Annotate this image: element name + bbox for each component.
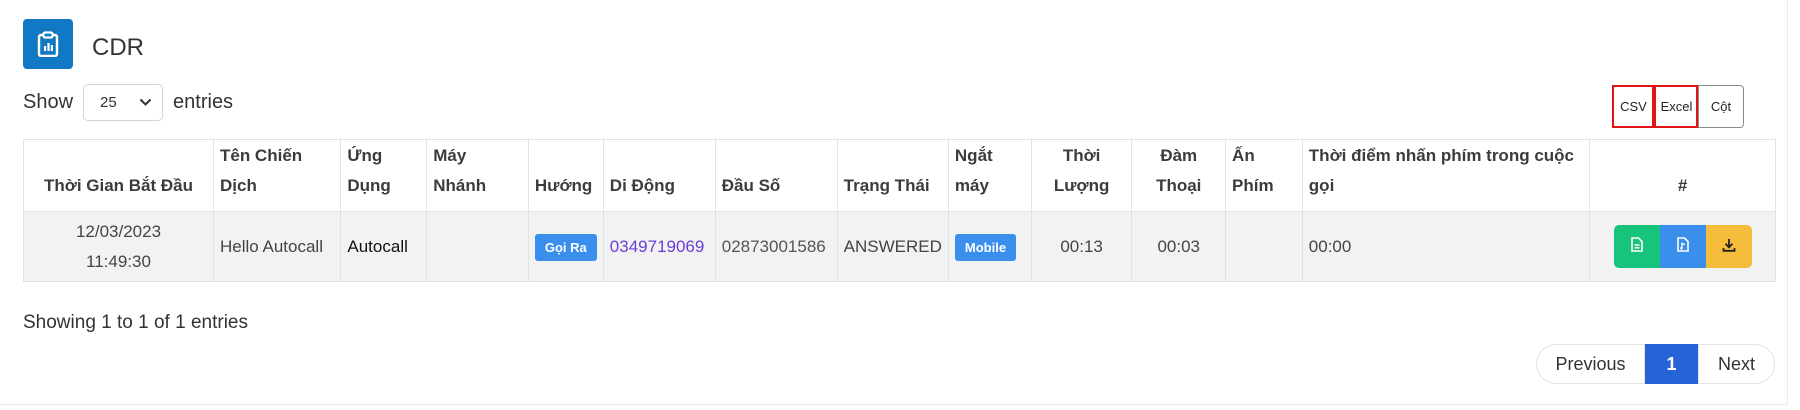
col-header-campaign[interactable]: Tên Chiến Dịch	[212, 139, 342, 212]
col-header-extension[interactable]: Máy Nhánh	[426, 139, 529, 212]
start-time: 11:49:30	[86, 251, 151, 271]
cell-duration: 00:13	[1030, 211, 1133, 282]
col-header-keypress-time[interactable]: Thời điểm nhấn phím trong cuộc gọi	[1301, 139, 1591, 212]
cell-keypress	[1225, 211, 1303, 282]
table-info: Showing 1 to 1 of 1 entries	[23, 312, 248, 333]
cell-extension	[426, 211, 529, 282]
cell-actions	[1589, 211, 1776, 282]
show-label: Show	[23, 90, 74, 113]
cell-hangup: Mobile	[947, 211, 1032, 282]
download-icon	[1722, 232, 1736, 262]
column-visibility-button[interactable]: Cột	[1698, 85, 1744, 128]
cdr-panel: CDR Show 25 entries CSV Excel Cột Thời G…	[0, 0, 1788, 405]
excel-export-button[interactable]: Excel	[1654, 85, 1698, 128]
entries-per-page-select[interactable]: 25	[83, 83, 164, 121]
cell-mobile: 0349719069	[602, 211, 716, 282]
col-header-start-time[interactable]: Thời Gian Bắt Đầu	[23, 139, 214, 212]
start-date: 12/03/2023	[75, 221, 162, 241]
col-header-mobile[interactable]: Di Động	[602, 139, 716, 212]
table-header-row: Thời Gian Bắt Đầu Tên Chiến Dịch Ứng Dụn…	[23, 139, 1776, 212]
entries-label: entries	[173, 90, 234, 113]
cell-start-time: 12/03/2023 11:49:30	[23, 211, 214, 282]
clipboard-chart-icon	[23, 19, 73, 69]
row-action-group	[1596, 225, 1769, 268]
cell-direction: Gọi Ra	[527, 211, 604, 282]
cell-keypress-time: 00:00	[1301, 211, 1591, 282]
play-recording-button[interactable]	[1659, 225, 1706, 268]
document-icon	[1630, 232, 1643, 262]
cell-prefix: 02873001586	[714, 211, 838, 282]
cdr-table: Thời Gian Bắt Đầu Tên Chiến Dịch Ứng Dụn…	[23, 139, 1776, 282]
page-title: CDR	[92, 34, 144, 61]
cell-campaign: Hello Autocall	[212, 211, 342, 282]
hangup-badge: Mobile	[954, 233, 1017, 261]
export-button-group: CSV Excel Cột	[1612, 85, 1744, 128]
col-header-keypress[interactable]: Ấn Phím	[1225, 139, 1303, 212]
col-header-prefix[interactable]: Đầu Số	[714, 139, 838, 212]
entries-per-page-value: 25	[100, 93, 117, 111]
table-row: 12/03/2023 11:49:30 Hello Autocall Autoc…	[23, 211, 1776, 282]
col-header-talk[interactable]: Đàm Thoại	[1131, 139, 1227, 212]
col-header-actions: #	[1589, 139, 1776, 212]
entries-length-control: Show 25 entries	[23, 83, 234, 121]
pagination: Previous 1 Next	[1536, 344, 1775, 384]
next-page-button[interactable]: Next	[1698, 344, 1775, 384]
mobile-number-link[interactable]: 0349719069	[610, 237, 705, 256]
cell-status: ANSWERED	[836, 211, 949, 282]
col-header-status[interactable]: Trạng Thái	[836, 139, 949, 212]
cell-talk: 00:03	[1131, 211, 1227, 282]
page-1-button[interactable]: 1	[1645, 344, 1698, 384]
previous-page-button[interactable]: Previous	[1536, 344, 1645, 384]
col-header-app[interactable]: Ứng Dụng	[340, 139, 428, 212]
chevron-down-icon	[139, 94, 152, 111]
col-header-direction[interactable]: Hướng	[527, 139, 604, 212]
col-header-duration[interactable]: Thời Lượng	[1030, 139, 1133, 212]
csv-export-button[interactable]: CSV	[1612, 85, 1654, 128]
audio-file-icon	[1676, 232, 1689, 262]
download-button[interactable]	[1705, 225, 1752, 268]
col-header-hangup[interactable]: Ngắt máy	[947, 139, 1032, 212]
cell-app: Autocall	[340, 211, 428, 282]
direction-badge: Gọi Ra	[534, 233, 597, 261]
view-detail-button[interactable]	[1613, 225, 1660, 268]
